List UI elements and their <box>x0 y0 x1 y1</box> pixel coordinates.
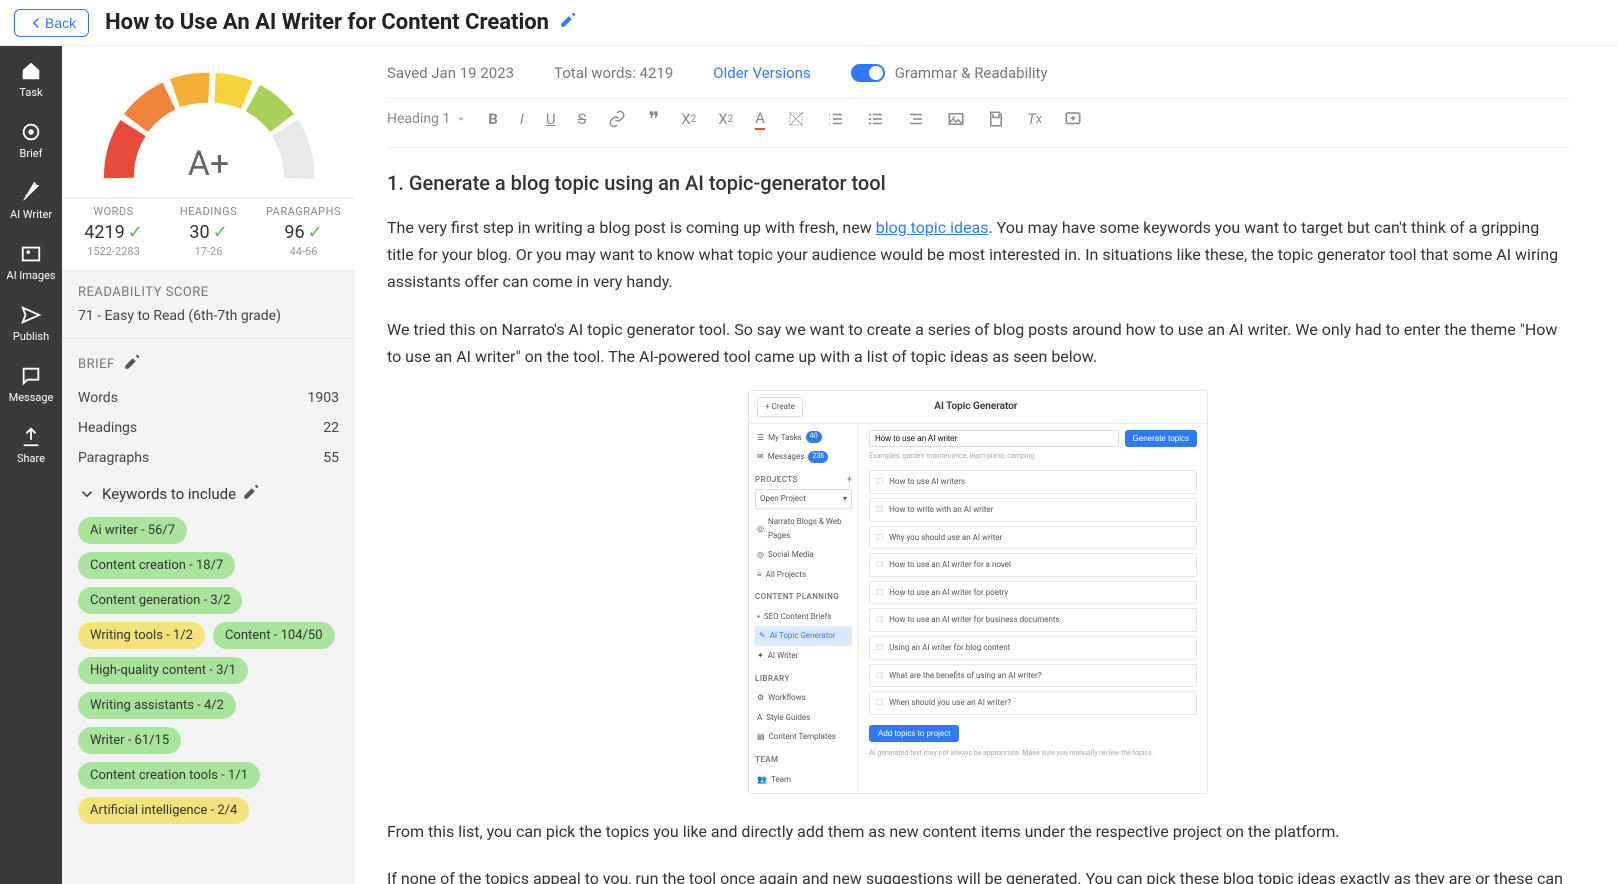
nav-item-task[interactable]: Task <box>19 60 42 99</box>
brief-section: BRIEF Words1903Headings22Paragraphs55 Ke… <box>62 339 355 838</box>
editor-status-bar: Saved Jan 19 2023 Total words: 4219 Olde… <box>387 64 1569 82</box>
keyword-pill[interactable]: Content creation - 18/7 <box>78 552 235 579</box>
clear-format-button[interactable]: Tx <box>1027 110 1042 128</box>
gauge-grade: A+ <box>89 144 329 184</box>
edit-keywords-icon[interactable] <box>242 483 260 505</box>
stats-row: WORDS 4219✓ 1522-2283 HEADINGS 30✓ 17-26… <box>62 199 355 271</box>
embed-topic-row: How to use AI writers <box>869 470 1197 494</box>
italic-button[interactable]: I <box>520 110 524 128</box>
bullet-list-button[interactable] <box>867 110 885 128</box>
nav-item-brief[interactable]: Brief <box>20 121 43 160</box>
stat-words: WORDS 4219✓ 1522-2283 <box>66 205 161 258</box>
embed-generate-button: Generate topics <box>1125 430 1197 447</box>
doc-paragraph: From this list, you can pick the topics … <box>387 818 1569 845</box>
strike-button[interactable]: S <box>578 110 587 128</box>
heading-dropdown[interactable]: Heading 1 <box>387 111 466 127</box>
highlight-button[interactable] <box>787 110 805 128</box>
chevron-down-icon <box>78 485 96 503</box>
readability-section: READABILITY SCORE 71 - Easy to Read (6th… <box>62 271 355 339</box>
indent-button[interactable] <box>907 110 925 128</box>
nav-item-publish[interactable]: Publish <box>13 304 49 343</box>
text-color-button[interactable]: A <box>755 109 765 130</box>
upload-icon <box>20 426 42 448</box>
embed-topic-row: How to use an AI writer for a novel <box>869 553 1197 577</box>
keywords-toggle[interactable]: Keywords to include <box>78 483 339 505</box>
saved-label: Saved Jan 19 2023 <box>387 64 514 82</box>
edit-title-icon[interactable] <box>559 11 577 34</box>
doc-heading: 1. Generate a blog topic using an AI top… <box>387 166 1569 200</box>
link-button[interactable] <box>608 110 626 128</box>
keyword-pill[interactable]: Content - 104/50 <box>213 622 335 649</box>
keyword-pill[interactable]: Content generation - 3/2 <box>78 587 242 614</box>
edit-brief-icon[interactable] <box>123 353 141 375</box>
target-icon <box>20 121 42 143</box>
send-icon <box>20 304 42 326</box>
embedded-screenshot: + Create AI Topic Generator ☰My Tasks40 … <box>748 390 1208 794</box>
superscript-button[interactable]: X2 <box>718 110 733 128</box>
nav-item-share[interactable]: Share <box>17 426 45 465</box>
embed-topic-row: How to write with an AI writer <box>869 498 1197 522</box>
quote-button[interactable]: ❞ <box>648 107 659 131</box>
editor-toolbar: Heading 1 B I U S ❞ X2 X2 A Tx <box>387 98 1569 148</box>
keyword-pill[interactable]: High-quality content - 3/1 <box>78 657 248 684</box>
stat-headings: HEADINGS 30✓ 17-26 <box>161 205 256 258</box>
embed-add-topics-button: Add topics to project <box>869 725 959 742</box>
brief-row: Words1903 <box>78 383 339 413</box>
keyword-pill[interactable]: Artificial intelligence - 2/4 <box>78 797 249 824</box>
doc-paragraph: The very first step in writing a blog po… <box>387 214 1569 296</box>
top-header: Back How to Use An AI Writer for Content… <box>0 0 1617 46</box>
stat-paragraphs: PARAGRAPHS 96✓ 44-66 <box>256 205 351 258</box>
embed-create-button: + Create <box>757 397 803 417</box>
wand-icon <box>20 182 42 204</box>
brief-row: Paragraphs55 <box>78 443 339 473</box>
doc-paragraph: If none of the topics appeal to you, run… <box>387 865 1569 884</box>
blog-topic-link[interactable]: blog topic ideas <box>876 218 989 237</box>
ordered-list-button[interactable] <box>827 110 845 128</box>
embed-topic-row: How to use an AI writer for business doc… <box>869 608 1197 632</box>
document-content[interactable]: 1. Generate a blog topic using an AI top… <box>387 148 1569 884</box>
older-versions-link[interactable]: Older Versions <box>713 64 810 82</box>
doc-paragraph: We tried this on Narrato's AI topic gene… <box>387 316 1569 370</box>
grammar-label: Grammar & Readability <box>895 64 1048 82</box>
page-title: How to Use An AI Writer for Content Crea… <box>105 10 549 35</box>
save-button[interactable] <box>987 110 1005 128</box>
bold-button[interactable]: B <box>488 110 498 128</box>
grade-gauge: A+ <box>62 46 355 199</box>
brief-row: Headings22 <box>78 413 339 443</box>
home-icon <box>20 60 42 82</box>
nav-item-ai-writer[interactable]: AI Writer <box>10 182 52 221</box>
image-button[interactable] <box>947 110 965 128</box>
total-words: Total words: 4219 <box>554 64 673 82</box>
keyword-pills: Ai writer - 56/7 Content creation - 18/7 C… <box>78 517 339 824</box>
embed-topic-row: What are the benefits of using an AI wri… <box>869 664 1197 688</box>
embed-topic-row: Why you should use an AI writer <box>869 526 1197 550</box>
embed-topic-row: When should you use an AI writer? <box>869 691 1197 715</box>
embed-theme-input <box>869 430 1119 447</box>
chat-icon <box>20 365 42 387</box>
keyword-pill[interactable]: Writing tools - 1/2 <box>78 622 205 649</box>
comment-button[interactable] <box>1064 110 1082 128</box>
nav-item-message[interactable]: Message <box>9 365 54 404</box>
editor-area: Saved Jan 19 2023 Total words: 4219 Olde… <box>355 46 1617 884</box>
chevron-left-icon <box>27 14 45 32</box>
back-button[interactable]: Back <box>14 9 89 37</box>
underline-button[interactable]: U <box>546 110 556 128</box>
nav-rail: Task Brief AI Writer AI Images Publish Messag… <box>0 46 62 884</box>
nav-item-ai-images[interactable]: AI Images <box>6 243 55 282</box>
subscript-button[interactable]: X2 <box>681 110 696 128</box>
grammar-toggle[interactable] <box>851 64 885 82</box>
image-icon <box>20 243 42 265</box>
sidebar: A+ WORDS 4219✓ 1522-2283 HEADINGS 30✓ 17… <box>62 46 355 884</box>
keyword-pill[interactable]: Writer - 61/15 <box>78 727 181 754</box>
keyword-pill[interactable]: Content creation tools - 1/1 <box>78 762 260 789</box>
keyword-pill[interactable]: Writing assistants - 4/2 <box>78 692 236 719</box>
back-label: Back <box>45 15 76 31</box>
embed-topic-row: How to use an AI writer for poetry <box>869 581 1197 605</box>
embed-topic-row: Using an AI writer for blog content <box>869 636 1197 660</box>
keyword-pill[interactable]: Ai writer - 56/7 <box>78 517 187 544</box>
